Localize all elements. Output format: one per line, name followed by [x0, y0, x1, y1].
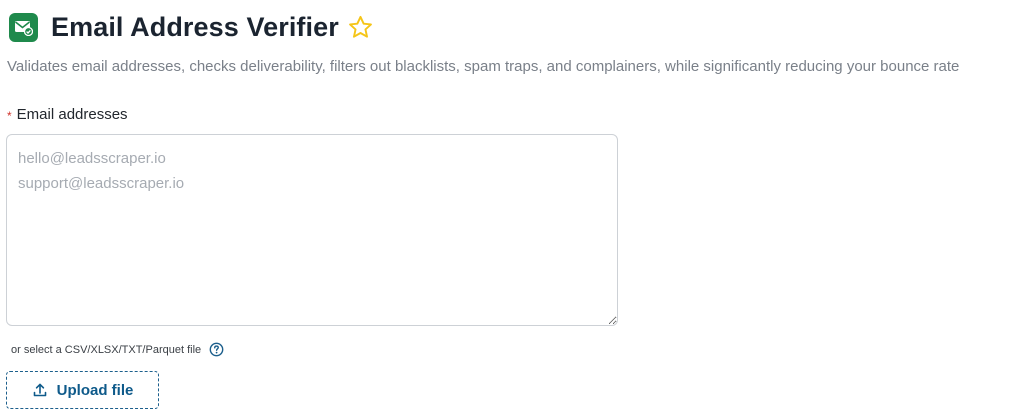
- file-hint-text: or select a CSV/XLSX/TXT/Parquet file: [11, 343, 202, 356]
- email-addresses-label-text: Email addresses: [16, 106, 128, 123]
- question-circle-icon[interactable]: [209, 342, 224, 357]
- email-verify-icon: [9, 12, 38, 42]
- upload-file-label: Upload file: [56, 381, 134, 399]
- email-addresses-input[interactable]: [6, 134, 618, 326]
- file-select-hint: or select a CSV/XLSX/TXT/Parquet file: [11, 342, 224, 357]
- upload-icon: [32, 382, 48, 398]
- required-marker: *: [7, 108, 12, 123]
- email-addresses-label: * Email addresses: [7, 106, 128, 123]
- page-title: Email Address Verifier: [51, 11, 339, 42]
- star-outline-icon[interactable]: [347, 13, 375, 41]
- page: Email Address Verifier Validates email a…: [0, 0, 1036, 414]
- upload-file-button[interactable]: Upload file: [6, 371, 159, 409]
- page-description: Validates email addresses, checks delive…: [7, 58, 960, 75]
- page-header: Email Address Verifier: [9, 10, 375, 44]
